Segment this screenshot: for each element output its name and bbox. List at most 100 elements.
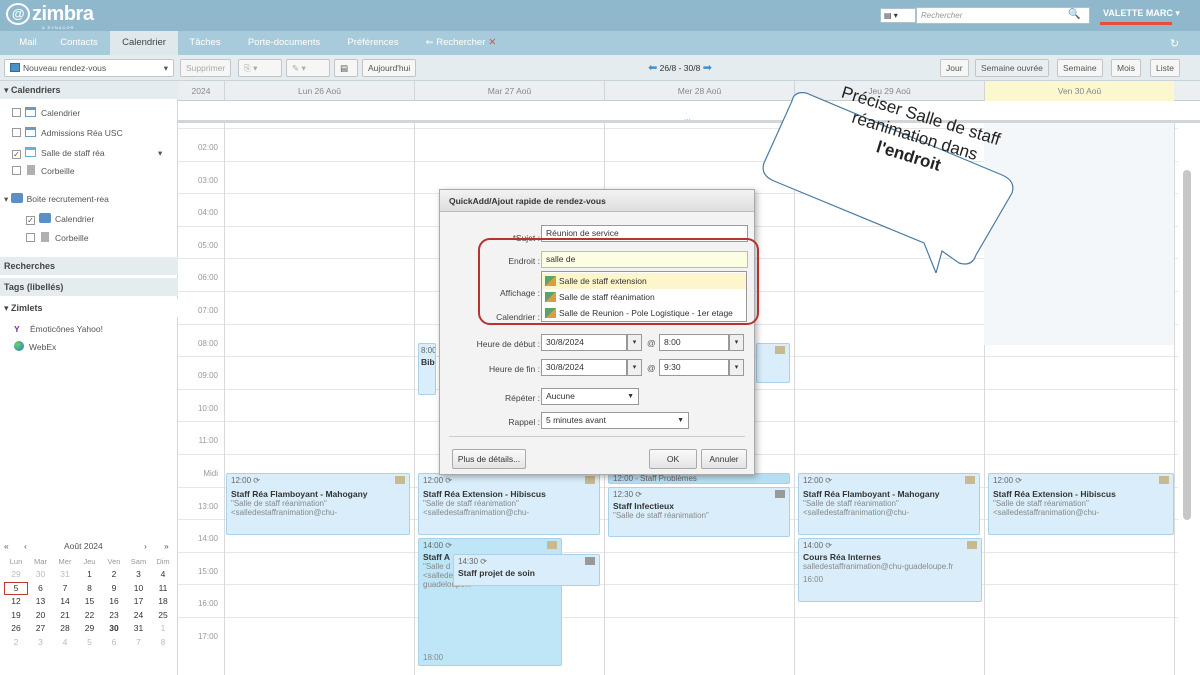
more-details-button[interactable]: Plus de détails... bbox=[452, 449, 526, 469]
mini-calendar-day[interactable]: 13 bbox=[29, 595, 53, 608]
tags-header[interactable]: Tags (libellés) bbox=[0, 278, 178, 296]
zimbra-logo[interactable]: @zimbraA SYNACOR PRODUCT bbox=[6, 3, 94, 35]
mini-calendar-day[interactable]: 3 bbox=[127, 568, 151, 581]
mini-calendar-day[interactable]: 4 bbox=[53, 636, 77, 649]
sidebar-item-trash[interactable]: Corbeille bbox=[12, 163, 75, 179]
mini-calendar-day[interactable]: 23 bbox=[102, 609, 126, 622]
mini-calendar-day[interactable]: 6 bbox=[29, 582, 53, 595]
sidebar-item-admissions[interactable]: Admissions Réa USC bbox=[12, 125, 123, 141]
checkbox[interactable] bbox=[12, 166, 21, 175]
end-date-input[interactable]: 30/8/2024 bbox=[541, 359, 627, 376]
mini-calendar-day[interactable]: 9 bbox=[102, 582, 126, 595]
day-header-mon[interactable]: Lun 26 Aoû bbox=[224, 81, 414, 101]
prev-month-icon[interactable]: ‹ bbox=[24, 541, 27, 551]
appointment-staff-extension-fri[interactable]: 12:00 ⟳ Staff Réa Extension - Hibiscus "… bbox=[988, 473, 1174, 535]
sidebar-shared-mailbox[interactable]: ▾ Boite recrutement-rea bbox=[4, 191, 109, 207]
tab-contacts[interactable]: Contacts bbox=[54, 31, 104, 55]
search-input[interactable]: Rechercher bbox=[916, 7, 1090, 24]
view-week-button[interactable]: Semaine bbox=[1057, 59, 1103, 77]
mini-calendar-day[interactable]: 2 bbox=[4, 636, 28, 649]
checkbox-checked[interactable]: ✓ bbox=[12, 150, 21, 159]
mini-calendar-day[interactable]: 17 bbox=[127, 595, 151, 608]
appointment-partial[interactable] bbox=[756, 343, 790, 383]
view-workweek-button[interactable]: Semaine ouvrée bbox=[975, 59, 1049, 77]
mini-calendar-day[interactable]: 21 bbox=[53, 609, 77, 622]
tab-tasks[interactable]: Tâches bbox=[184, 31, 226, 55]
user-menu[interactable]: VALETTE MARC ▾ bbox=[1103, 8, 1180, 19]
start-time-input[interactable]: 8:00 bbox=[659, 334, 729, 351]
delete-button[interactable]: Supprimer bbox=[180, 59, 232, 77]
sidebar-shared-trash[interactable]: Corbeille bbox=[26, 230, 89, 246]
checkbox[interactable] bbox=[12, 128, 21, 137]
appointment-cours-rea[interactable]: 14:00 ⟳ Cours Réa Internes salledestaffr… bbox=[798, 538, 982, 602]
prev-year-icon[interactable]: « bbox=[4, 541, 9, 551]
mini-calendar-day[interactable]: 26 bbox=[4, 622, 28, 635]
zimlets-header[interactable]: ▾ Zimlets bbox=[0, 299, 178, 317]
start-date-input[interactable]: 30/8/2024 bbox=[541, 334, 627, 351]
mini-calendar-day[interactable]: 1 bbox=[151, 622, 175, 635]
tag-menu-button[interactable]: ✎ ▾ bbox=[286, 59, 330, 77]
mini-calendar-day[interactable]: 3 bbox=[29, 636, 53, 649]
view-day-button[interactable]: Jour bbox=[940, 59, 969, 77]
mini-calendar-day[interactable]: 22 bbox=[78, 609, 102, 622]
end-time-picker[interactable]: ▾ bbox=[729, 359, 744, 376]
mini-calendar-day[interactable]: 29 bbox=[78, 622, 102, 635]
mini-calendar-day[interactable]: 25 bbox=[151, 609, 175, 622]
mini-calendar-day[interactable]: 15 bbox=[78, 595, 102, 608]
mini-calendar-day[interactable]: 10 bbox=[127, 582, 151, 595]
mini-calendar-day[interactable]: 8 bbox=[151, 636, 175, 649]
next-month-icon[interactable]: › bbox=[144, 541, 147, 551]
tab-search[interactable]: ⇐ Rechercher ✕ bbox=[418, 31, 504, 55]
zimlet-webex[interactable]: WebEx bbox=[14, 339, 56, 355]
search-icon[interactable]: 🔍 bbox=[1068, 9, 1080, 20]
new-appointment-button[interactable]: Nouveau rendez-vous ▾ bbox=[4, 59, 174, 77]
mini-calendar-day[interactable]: 8 bbox=[78, 582, 102, 595]
mini-calendar-day[interactable]: 28 bbox=[53, 622, 77, 635]
zimlet-yahoo-emoticons[interactable]: Y Émoticônes Yahoo! bbox=[14, 321, 103, 337]
mini-calendar-day[interactable]: 30 bbox=[102, 622, 126, 635]
prev-arrow-icon[interactable]: ⬅ bbox=[648, 62, 657, 74]
cancel-button[interactable]: Annuler bbox=[701, 449, 747, 469]
mini-calendar-day[interactable]: 11 bbox=[151, 582, 175, 595]
appointment-staff-flamboyant-thu[interactable]: 12:00 ⟳ Staff Réa Flamboyant - Mahogany … bbox=[798, 473, 980, 535]
mini-calendar-day[interactable]: 1 bbox=[78, 568, 102, 581]
hour-row[interactable]: 15:00 bbox=[178, 551, 1178, 584]
reminder-select[interactable]: 5 minutes avant ▼ bbox=[541, 412, 689, 429]
start-date-picker[interactable]: ▾ bbox=[627, 334, 642, 351]
dialog-title[interactable]: QuickAdd/Ajout rapide de rendez-vous bbox=[440, 190, 754, 212]
calendars-header[interactable]: ▾ Calendriers bbox=[0, 81, 178, 99]
today-button[interactable]: Aujourd'hui bbox=[362, 59, 417, 77]
appointment-staff-projet-soin[interactable]: 14:30 ⟳ Staff projet de soin bbox=[453, 554, 600, 586]
checkbox-checked[interactable]: ✓ bbox=[26, 216, 35, 225]
mini-calendar-day[interactable]: 14 bbox=[53, 595, 77, 608]
ok-button[interactable]: OK bbox=[649, 449, 697, 469]
mini-calendar-day[interactable]: 16 bbox=[102, 595, 126, 608]
mini-calendar-day[interactable]: 27 bbox=[29, 622, 53, 635]
scrollbar-thumb[interactable] bbox=[1183, 170, 1191, 520]
mini-calendar-day[interactable]: 20 bbox=[29, 609, 53, 622]
appointment-staff-extension-tue[interactable]: 12:00 ⟳ Staff Réa Extension - Hibiscus "… bbox=[418, 473, 600, 535]
tab-briefcase[interactable]: Porte-documents bbox=[236, 31, 332, 55]
mini-calendar-day[interactable]: 31 bbox=[53, 568, 77, 581]
chevron-down-icon[interactable]: ▾ bbox=[158, 145, 162, 161]
mini-calendar-day[interactable]: 31 bbox=[127, 622, 151, 635]
close-icon[interactable]: ✕ bbox=[488, 37, 496, 48]
mini-calendar-day[interactable]: 18 bbox=[151, 595, 175, 608]
mini-calendar-day[interactable]: 29 bbox=[4, 568, 28, 581]
print-button[interactable]: ▤ bbox=[334, 59, 358, 77]
mini-calendar-day[interactable]: 30 bbox=[29, 568, 53, 581]
sidebar-item-salle-staff[interactable]: ✓ Salle de staff réa ▾ bbox=[12, 145, 172, 161]
repeat-select[interactable]: Aucune ▼ bbox=[541, 388, 639, 405]
day-header-tue[interactable]: Mar 27 Aoû bbox=[414, 81, 604, 101]
start-time-picker[interactable]: ▾ bbox=[729, 334, 744, 351]
end-time-input[interactable]: 9:30 bbox=[659, 359, 729, 376]
view-month-button[interactable]: Mois bbox=[1111, 59, 1141, 77]
mini-calendar-day[interactable]: 2 bbox=[102, 568, 126, 581]
hour-row[interactable]: 17:00 bbox=[178, 617, 1178, 649]
checkbox[interactable] bbox=[26, 233, 35, 242]
appointment-staff-flamboyant-mon[interactable]: 12:00 ⟳ Staff Réa Flamboyant - Mahogany … bbox=[226, 473, 410, 535]
end-date-picker[interactable]: ▾ bbox=[627, 359, 642, 376]
sidebar-item-calendar[interactable]: Calendrier bbox=[12, 105, 80, 121]
scrollbar[interactable] bbox=[1181, 126, 1193, 671]
appointment-staff-infectieux[interactable]: 12:30 ⟳ Staff Infectieux "Salle de staff… bbox=[608, 487, 790, 537]
